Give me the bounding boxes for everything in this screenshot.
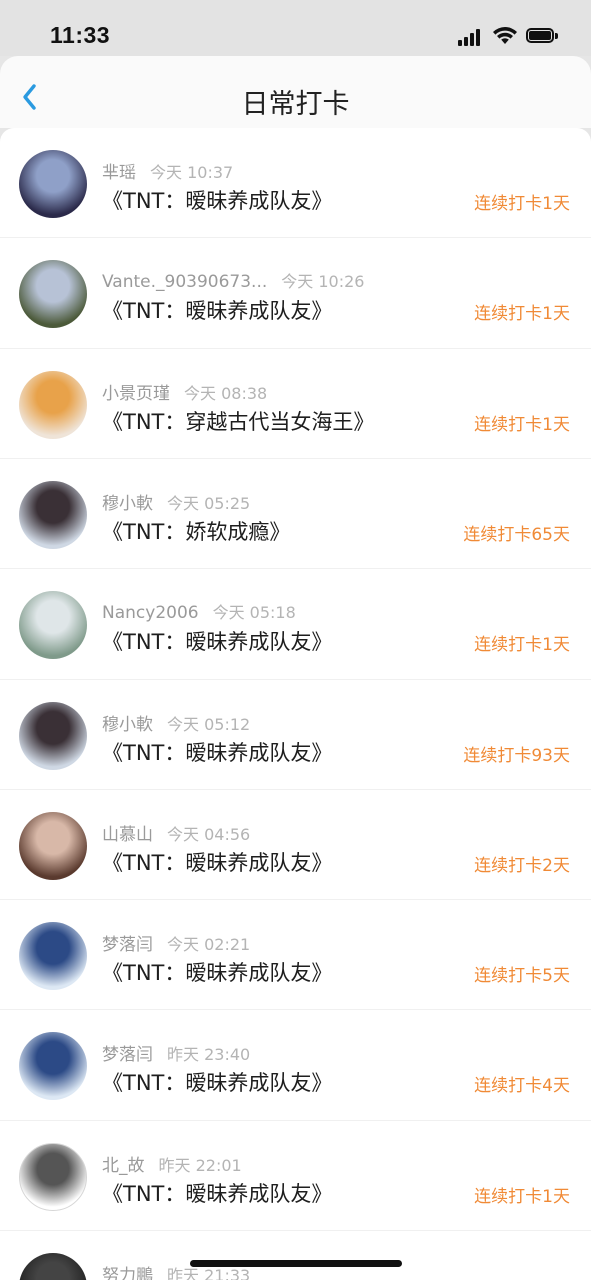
checkin-time: 昨天 23:40 (167, 1045, 251, 1065)
status-time: 11:33 (50, 22, 111, 48)
wifi-icon (493, 27, 517, 44)
row-meta: 芈瑶 今天 10:37 (102, 158, 233, 183)
streak-label: 连续打卡5天 (474, 966, 570, 987)
checkin-time: 今天 02:21 (167, 935, 251, 955)
streak-label: 连续打卡1天 (474, 194, 570, 214)
user-avatar[interactable] (19, 811, 87, 880)
checkin-time: 今天 04:56 (167, 824, 251, 844)
user-avatar[interactable] (19, 150, 87, 218)
username[interactable]: 北_故 (102, 1156, 145, 1176)
checkin-row[interactable]: 山慕山 今天 04:56 《TNT：暧昧养成队友》 连续打卡2天 (0, 790, 591, 900)
user-avatar[interactable] (19, 260, 87, 329)
checkin-time: 今天 05:25 (167, 493, 251, 513)
checkin-row[interactable]: 梦落闫 今天 02:21 《TNT：暧昧养成队友》 连续打卡5天 (0, 900, 591, 1010)
checkin-time: 今天 05:18 (212, 603, 296, 623)
row-meta: Nancy2006 今天 05:18 (102, 599, 296, 623)
battery-icon (526, 28, 558, 45)
row-meta: 小景页瑾 今天 08:38 (102, 379, 267, 404)
checkin-time: 今天 08:38 (184, 383, 268, 403)
user-avatar[interactable] (19, 1032, 87, 1101)
username[interactable]: 穆小軟 (102, 715, 153, 735)
home-indicator[interactable] (190, 1260, 402, 1267)
cellular-signal-icon (458, 28, 484, 46)
checkin-row[interactable]: 穆小軟 今天 05:12 《TNT：暧昧养成队友》 连续打卡93天 (0, 680, 591, 790)
nav-bar: 日常打卡 (0, 56, 591, 128)
user-avatar[interactable] (19, 701, 87, 770)
username[interactable]: 梦落闫 (102, 935, 153, 955)
username[interactable]: Vante._90390673... (102, 272, 267, 292)
row-meta: Vante._90390673... 今天 10:26 (102, 268, 364, 292)
checkin-time: 昨天 22:01 (158, 1155, 242, 1175)
streak-label: 连续打卡4天 (474, 1076, 570, 1097)
user-avatar[interactable] (19, 1142, 87, 1211)
streak-label: 连续打卡93天 (463, 745, 570, 766)
book-title[interactable]: 《TNT：暧昧养成队友》 (102, 957, 332, 987)
checkin-row[interactable]: 梦落闫 昨天 23:40 《TNT：暧昧养成队友》 连续打卡4天 (0, 1010, 591, 1120)
row-meta: 梦落闫 今天 02:21 (102, 930, 250, 955)
user-avatar[interactable] (19, 922, 87, 991)
streak-label: 连续打卡65天 (463, 524, 570, 545)
book-title[interactable]: 《TNT：娇软成瘾》 (102, 516, 290, 546)
checkin-time: 今天 05:12 (167, 714, 251, 734)
checkin-time: 今天 10:26 (281, 272, 365, 292)
checkin-time: 昨天 21:33 (167, 1266, 251, 1280)
checkin-row[interactable]: 芈瑶 今天 10:37 《TNT：暧昧养成队友》 连续打卡1天 (0, 128, 591, 238)
page-title: 日常打卡 (241, 89, 350, 120)
streak-label: 连续打卡1天 (474, 414, 570, 435)
status-bar: 11:33 (0, 0, 591, 56)
checkin-row[interactable]: Vante._90390673... 今天 10:26 《TNT：暧昧养成队友》 连续… (0, 238, 591, 348)
book-title[interactable]: 《TNT：暧昧养成队友》 (102, 626, 332, 656)
username[interactable]: 梦落闫 (102, 1045, 153, 1065)
username[interactable]: 芈瑶 (102, 163, 136, 183)
checkin-row[interactable]: 穆小軟 今天 05:25 《TNT：娇软成瘾》 连续打卡65天 (0, 459, 591, 569)
checkin-row[interactable]: 努力鵬 昨天 21:33 (0, 1231, 591, 1280)
username[interactable]: 努力鵬 (102, 1266, 153, 1280)
user-avatar[interactable] (19, 591, 87, 660)
checkin-row[interactable]: 小景页瑾 今天 08:38 《TNT：穿越古代当女海王》 连续打卡1天 (0, 349, 591, 459)
book-title[interactable]: 《TNT：暧昧养成队友》 (102, 185, 332, 215)
checkin-list: 芈瑶 今天 10:37 《TNT：暧昧养成队友》 连续打卡1天 Vante._90390… (0, 128, 591, 1280)
streak-label: 连续打卡1天 (474, 1186, 570, 1207)
book-title[interactable]: 《TNT：穿越古代当女海王》 (102, 406, 374, 436)
checkin-row[interactable]: Nancy2006 今天 05:18 《TNT：暧昧养成队友》 连续打卡1天 (0, 569, 591, 679)
book-title[interactable]: 《TNT：暧昧养成队友》 (102, 847, 332, 877)
streak-label: 连续打卡1天 (474, 304, 570, 325)
checkin-row[interactable]: 北_故 昨天 22:01 《TNT：暧昧养成队友》 连续打卡1天 (0, 1121, 591, 1231)
user-avatar[interactable] (19, 480, 87, 549)
username[interactable]: 山慕山 (102, 825, 153, 845)
row-meta: 北_故 昨天 22:01 (102, 1151, 242, 1176)
streak-label: 连续打卡1天 (474, 635, 570, 656)
row-meta: 穆小軟 今天 05:12 (102, 710, 250, 735)
row-meta: 梦落闫 昨天 23:40 (102, 1040, 250, 1065)
username[interactable]: 小景页瑾 (102, 384, 170, 404)
book-title[interactable]: 《TNT：暧昧养成队友》 (102, 1067, 332, 1097)
row-meta: 山慕山 今天 04:56 (102, 820, 250, 845)
row-meta: 穆小軟 今天 05:25 (102, 489, 250, 514)
book-title[interactable]: 《TNT：暧昧养成队友》 (102, 1178, 332, 1208)
book-title[interactable]: 《TNT：暧昧养成队友》 (102, 737, 332, 767)
checkin-time: 今天 10:37 (150, 163, 234, 182)
user-avatar[interactable] (19, 370, 87, 439)
user-avatar[interactable] (19, 1253, 87, 1280)
username[interactable]: Nancy2006 (102, 603, 199, 623)
username[interactable]: 穆小軟 (102, 494, 153, 514)
streak-label: 连续打卡2天 (474, 855, 570, 876)
book-title[interactable]: 《TNT：暧昧养成队友》 (102, 295, 332, 325)
